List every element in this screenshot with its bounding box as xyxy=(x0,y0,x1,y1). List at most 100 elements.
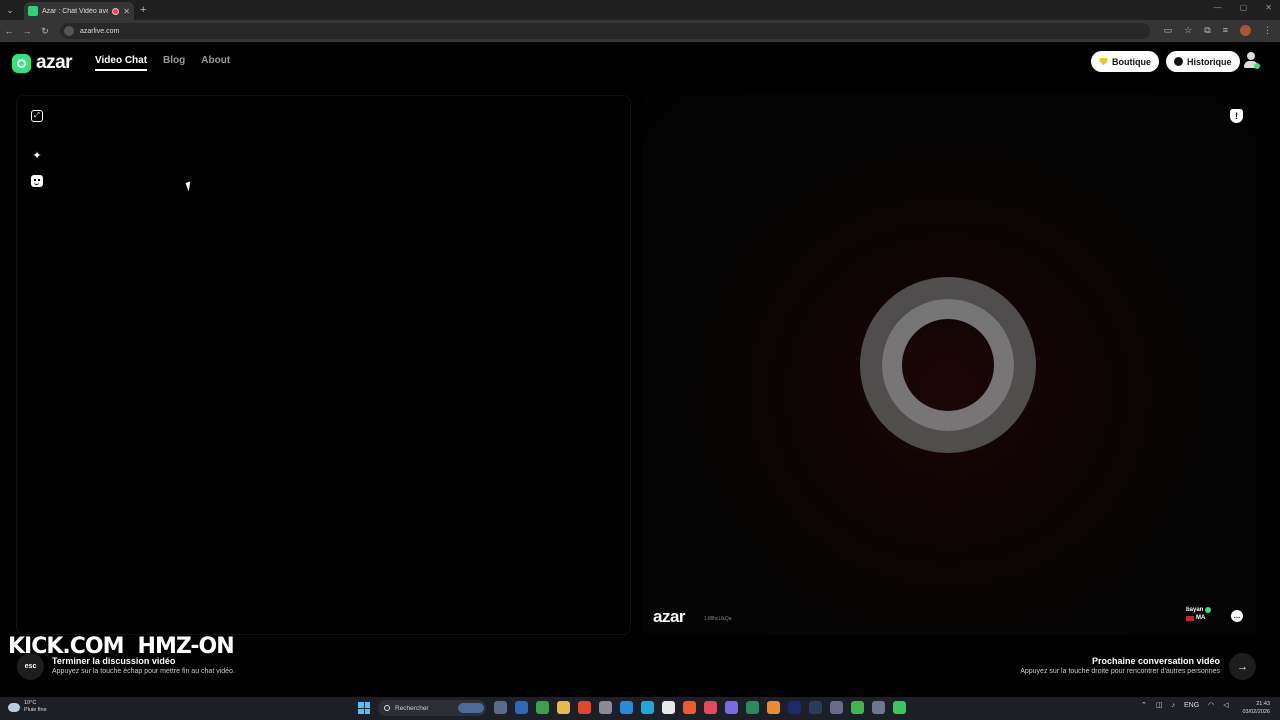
volume-icon[interactable]: ◁ xyxy=(1223,701,1228,709)
browser-toolbar: ← → ↻ azarlive.com ▭ ☆ ⧉ ≡ ⋮ xyxy=(0,20,1280,42)
next-chat-description: Appuyez sur la touche droite pour rencon… xyxy=(1020,668,1220,675)
new-tab-button[interactable]: + xyxy=(140,4,146,16)
extensions-icon[interactable]: ⧉ xyxy=(1204,25,1210,36)
partner-info[interactable]: bayan MA xyxy=(1186,607,1212,621)
taskbar-app-icon[interactable] xyxy=(809,701,822,714)
chat-bubble-icon[interactable]: … xyxy=(1231,610,1243,622)
taskbar-app-icon[interactable] xyxy=(893,701,906,714)
browser-tab-bar: ⌄ Azar : Chat Vidéo avec de n ✕ + — ▢ ✕ xyxy=(0,0,1280,20)
taskbar-app-icon[interactable] xyxy=(515,701,528,714)
report-shield-icon[interactable]: ! xyxy=(1230,109,1243,123)
taskbar-app-icon[interactable] xyxy=(788,701,801,714)
taskbar-app-icon[interactable] xyxy=(536,701,549,714)
weather-desc: Pluie fine xyxy=(24,707,47,713)
taskbar-clock[interactable]: 21:43 03/02/2026 xyxy=(1242,700,1270,716)
search-icon xyxy=(384,705,390,711)
taskbar-app-icon[interactable] xyxy=(557,701,570,714)
windows-start-icon[interactable] xyxy=(358,702,370,714)
taskbar-app-icon[interactable] xyxy=(578,701,591,714)
language-indicator[interactable]: ENG xyxy=(1184,702,1199,709)
taskbar-app-icon[interactable] xyxy=(683,701,696,714)
taskbar-app-icon[interactable] xyxy=(599,701,612,714)
site-info-icon[interactable] xyxy=(64,26,74,36)
taskbar-app-icon[interactable] xyxy=(746,701,759,714)
boutique-label: Boutique xyxy=(1112,56,1151,67)
logo-text: azar xyxy=(36,52,73,73)
taskbar-app-icon[interactable] xyxy=(725,701,738,714)
close-tab-icon[interactable]: ✕ xyxy=(123,7,130,16)
partner-country: MA xyxy=(1196,615,1206,621)
site-header: azar Video Chat Blog About Boutique Hist… xyxy=(0,42,1280,90)
chevron-up-icon[interactable]: ⌃ xyxy=(1141,701,1147,709)
back-arrow-icon[interactable]: ← xyxy=(0,26,18,36)
forward-arrow-icon[interactable]: → xyxy=(18,26,36,36)
azar-logo-icon xyxy=(12,53,31,73)
bookmark-star-icon[interactable]: ☆ xyxy=(1184,25,1192,36)
historique-button[interactable]: Historique xyxy=(1166,51,1240,72)
taskbar-search[interactable]: Rechercher xyxy=(378,700,486,716)
taskbar-app-icon[interactable] xyxy=(872,701,885,714)
verified-badge-icon xyxy=(1205,607,1212,613)
clock-time: 21:43 xyxy=(1256,701,1270,707)
menu-icon[interactable]: ⋮ xyxy=(1263,25,1272,36)
nav-about[interactable]: About xyxy=(201,55,230,71)
nav-blog[interactable]: Blog xyxy=(163,55,185,71)
boutique-button[interactable]: Boutique xyxy=(1091,51,1159,72)
magic-wand-icon[interactable]: ✦ xyxy=(31,149,43,162)
maximize-button[interactable]: ▢ xyxy=(1240,3,1248,12)
taskbar-app-icon[interactable] xyxy=(830,701,843,714)
local-video-panel: ⤢ ✦ xyxy=(16,95,631,635)
end-chat-description: Appuyez sur la touche échap pour mettre … xyxy=(52,668,235,675)
recording-icon xyxy=(112,7,120,15)
partner-id: 1:l8lhcLlkQa xyxy=(704,616,732,622)
taskbar-app-icon[interactable] xyxy=(767,701,780,714)
windows-taskbar: 10°C Pluie fine Rechercher ⌃ ◫ ♪ ENG ◠ ◁… xyxy=(0,697,1280,720)
kick-watermark: KICK.COM xyxy=(8,634,125,659)
pinned-apps xyxy=(494,701,906,714)
panel-azar-logo: azar xyxy=(653,607,686,626)
wifi-icon[interactable]: ◠ xyxy=(1208,701,1214,709)
taskbar-app-icon[interactable] xyxy=(641,701,654,714)
taskbar-app-icon[interactable] xyxy=(662,701,675,714)
reload-icon[interactable]: ↻ xyxy=(36,26,54,37)
fullscreen-icon[interactable]: ⤢ xyxy=(31,110,43,122)
next-chat-title: Prochaine conversation vidéo xyxy=(1091,656,1220,666)
search-placeholder: Rechercher xyxy=(395,704,429,712)
search-highlight-icon xyxy=(458,703,484,713)
rain-cloud-icon xyxy=(8,702,20,712)
main-nav: Video Chat Blog About xyxy=(95,55,230,71)
taskbar-app-icon[interactable] xyxy=(494,701,507,714)
historique-label: Historique xyxy=(1187,56,1232,67)
cast-icon[interactable]: ▭ xyxy=(1164,25,1173,36)
tray-app-icon[interactable]: ◫ xyxy=(1156,701,1163,709)
tab-list-button[interactable]: ⌄ xyxy=(0,0,20,20)
history-icon xyxy=(1174,57,1183,66)
stream-watermark: KICK.COM HMZ-ON xyxy=(8,634,235,659)
taskbar-app-icon[interactable] xyxy=(851,701,864,714)
taskbar-app-icon[interactable] xyxy=(704,701,717,714)
weather-temp: 10°C xyxy=(24,700,37,706)
minimize-button[interactable]: — xyxy=(1214,3,1222,12)
next-chat-button[interactable]: → xyxy=(1229,653,1256,680)
close-window-button[interactable]: ✕ xyxy=(1265,3,1272,12)
user-profile-icon[interactable] xyxy=(1242,51,1260,69)
clock-date: 03/02/2026 xyxy=(1242,709,1270,715)
morocco-flag-icon xyxy=(1186,615,1194,621)
weather-widget[interactable]: 10°C Pluie fine xyxy=(8,700,47,714)
url-text: azarlive.com xyxy=(80,27,120,35)
microphone-icon[interactable]: ♪ xyxy=(1172,702,1176,709)
profile-avatar[interactable] xyxy=(1240,25,1251,36)
loading-spinner xyxy=(860,277,1036,453)
azar-logo[interactable]: azar xyxy=(12,52,73,74)
mouse-cursor-icon xyxy=(185,181,194,192)
taskbar-app-icon[interactable] xyxy=(620,701,633,714)
gem-icon xyxy=(1099,57,1108,66)
channel-watermark: HMZ-ON xyxy=(137,634,235,659)
window-controls: — ▢ ✕ xyxy=(1214,3,1272,12)
nav-video-chat[interactable]: Video Chat xyxy=(95,55,148,71)
face-filter-icon[interactable] xyxy=(31,175,43,187)
address-bar[interactable]: azarlive.com xyxy=(60,23,1150,39)
browser-tab[interactable]: Azar : Chat Vidéo avec de n ✕ xyxy=(24,2,134,20)
partner-name: bayan xyxy=(1186,607,1204,613)
media-icon[interactable]: ≡ xyxy=(1223,25,1228,36)
